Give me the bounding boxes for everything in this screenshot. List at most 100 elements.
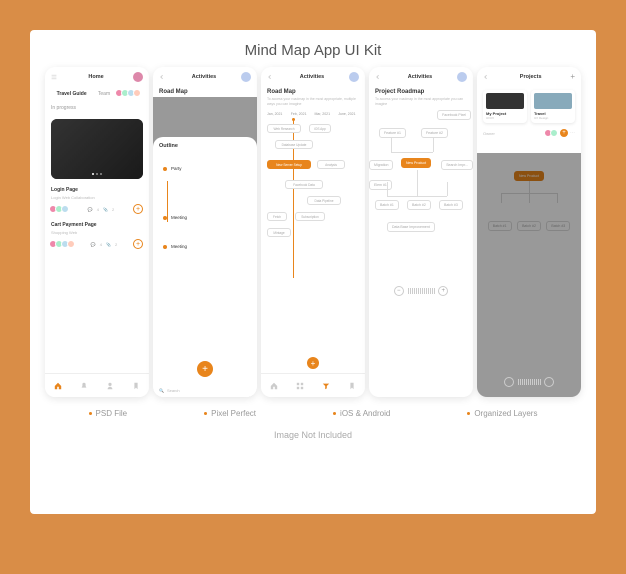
back-icon[interactable]	[159, 73, 167, 81]
avatar[interactable]	[349, 72, 359, 82]
feature: PSD File	[89, 409, 128, 418]
grid-icon[interactable]	[296, 382, 304, 390]
title: Road Map	[261, 87, 365, 97]
zoom-in[interactable]: +	[544, 377, 554, 387]
node[interactable]: Elem #1	[369, 180, 392, 190]
more-icon[interactable]: ⋯	[570, 130, 575, 136]
project-card[interactable]: My Project UI/UX	[483, 90, 527, 123]
attach-icon: 📎	[103, 207, 108, 212]
avatar[interactable]	[241, 72, 251, 82]
connector	[391, 138, 392, 152]
screen-projects: Projects + My Project UI/UX Travel UX De…	[477, 67, 581, 397]
disclaimer: Image Not Included	[30, 426, 596, 450]
zoom-out[interactable]: −	[394, 286, 404, 296]
gantt-bar[interactable]: Data Pipeline	[307, 196, 341, 205]
connector	[417, 182, 418, 196]
bell-icon[interactable]	[80, 382, 88, 390]
add-button[interactable]: +	[133, 239, 143, 249]
month: June, 2021	[338, 112, 359, 116]
item-avatars	[51, 240, 75, 248]
user-icon[interactable]	[106, 382, 114, 390]
fab-add[interactable]: +	[197, 361, 213, 377]
comment-icon: 💬	[88, 207, 93, 212]
node[interactable]: Data Base Improvement	[387, 222, 435, 232]
outline-item[interactable]: Meeting	[163, 241, 251, 252]
avatar[interactable]	[457, 72, 467, 82]
ticks[interactable]	[408, 288, 435, 294]
gantt[interactable]: Web Research iOS App Database Update New…	[261, 118, 365, 278]
item-sub: Login Web Collaboration	[51, 195, 143, 200]
team-avatars[interactable]	[117, 89, 141, 99]
item-title: Cart Payment Page	[51, 222, 143, 228]
project-card[interactable]: Travel UX Design	[531, 90, 575, 123]
item-title: Login Page	[51, 187, 143, 193]
header: Home	[45, 67, 149, 87]
search-row[interactable]: 🔍 Search	[153, 384, 257, 397]
add-owner[interactable]: +	[560, 129, 568, 137]
back-icon[interactable]	[375, 73, 383, 81]
back-icon[interactable]	[267, 73, 275, 81]
node-canvas[interactable]: Facebook Pixel Feature #1 Feature #2 Mig…	[369, 110, 473, 280]
node-active[interactable]: New Product	[401, 158, 431, 168]
node[interactable]: Batch #1	[375, 200, 399, 210]
title: Project Roadmap	[369, 87, 473, 97]
home-icon[interactable]	[54, 382, 62, 390]
screens-row: Home Travel Guide Team In progress Login…	[30, 67, 596, 397]
filter-icon[interactable]	[322, 382, 330, 390]
header: Projects +	[477, 67, 581, 86]
gantt-bar[interactable]: Facebook Data	[285, 180, 323, 189]
zoom-out[interactable]: −	[504, 377, 514, 387]
add-button[interactable]: +	[133, 204, 143, 214]
node[interactable]: Batch #2	[407, 200, 431, 210]
outline-item[interactable]: Party	[163, 163, 251, 174]
gantt-bar[interactable]: Web Research	[267, 124, 301, 133]
subtitle: To access your roadmap in the most appro…	[369, 97, 473, 110]
connector	[433, 138, 434, 152]
bookmark-icon[interactable]	[348, 382, 356, 390]
home-icon[interactable]	[270, 382, 278, 390]
header: Activities	[261, 67, 365, 87]
gantt-bar[interactable]: Subscription	[295, 212, 325, 221]
gantt-bar[interactable]: Analysis	[317, 160, 345, 169]
features: PSD File Pixel Perfect iOS & Android Org…	[30, 397, 596, 426]
zoom-in[interactable]: +	[438, 286, 448, 296]
gantt-bar[interactable]: Fetch	[267, 212, 287, 221]
add-icon[interactable]: +	[570, 72, 575, 81]
subtitle: To access your roadmap in the most appro…	[261, 97, 365, 110]
menu-icon[interactable]	[51, 73, 59, 81]
month: Feb, 2021	[291, 112, 312, 116]
overlay[interactable]	[477, 153, 581, 397]
search-placeholder: Search	[167, 388, 180, 393]
node[interactable]: Feature #1	[379, 128, 406, 138]
list-item-login[interactable]: Login Page Login Web Collaboration 💬4 📎2…	[45, 183, 149, 218]
header-title: Home	[88, 74, 103, 80]
gantt-bar[interactable]: Database Update	[275, 140, 313, 149]
gantt-bar[interactable]: Mintage	[267, 228, 291, 237]
item-meta: 💬4 📎2	[91, 242, 117, 247]
ticks[interactable]	[518, 379, 541, 385]
bookmark-icon[interactable]	[132, 382, 140, 390]
back-icon[interactable]	[483, 73, 491, 81]
gantt-bar[interactable]: iOS App	[309, 124, 331, 133]
search-icon: 🔍	[159, 388, 164, 393]
list-item-cart[interactable]: Cart Payment Page Shopping Web 💬4 📎2 +	[45, 218, 149, 253]
gantt-bar-active[interactable]: New Server Setup	[267, 160, 311, 169]
tab-travel[interactable]: Travel Guide	[53, 89, 91, 99]
avatar[interactable]	[133, 72, 143, 82]
feature: Pixel Perfect	[204, 409, 256, 418]
node[interactable]: Feature #2	[421, 128, 448, 138]
project-cards: My Project UI/UX Travel UX Design	[477, 86, 581, 127]
month: Mar, 2021	[315, 112, 336, 116]
node[interactable]: Batch #3	[439, 200, 463, 210]
node[interactable]: Migration	[369, 160, 393, 170]
tab-team[interactable]: Team	[94, 89, 114, 99]
owner-label: Owner	[483, 131, 495, 136]
node[interactable]: Facebook Pixel	[437, 110, 471, 120]
node[interactable]: Search Impr...	[441, 160, 473, 170]
tabs: Travel Guide Team	[45, 87, 149, 101]
image-card[interactable]	[51, 119, 143, 179]
outline-item[interactable]: Meeting	[163, 212, 251, 223]
header-title: Activities	[300, 74, 324, 80]
month-row: Jan, 2021 Feb, 2021 Mar, 2021 June, 2021	[261, 110, 365, 118]
fab-add[interactable]: +	[307, 357, 319, 369]
